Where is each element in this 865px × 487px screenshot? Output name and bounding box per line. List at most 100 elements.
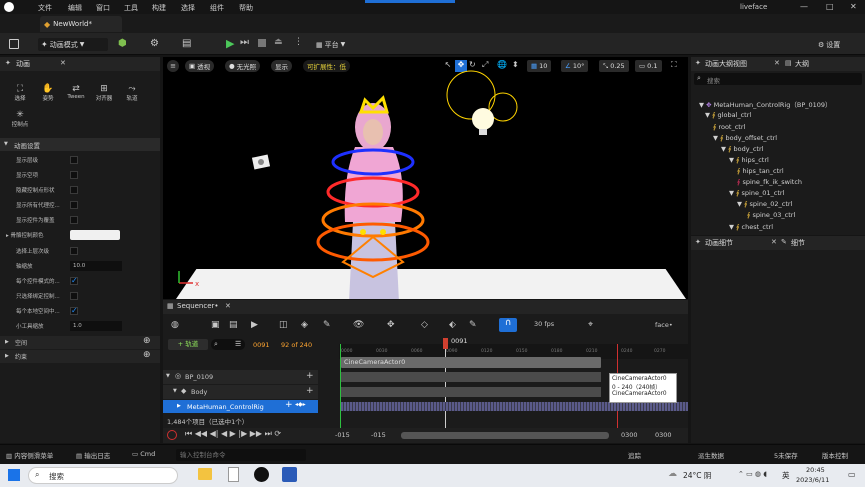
setting-checkbox[interactable] bbox=[70, 170, 78, 179]
level-viewport[interactable]: ≡ ▣ 透视 ● 无光照 显示 可扩展性：低 ↖ ✥ ↻ ⤢ 🌐 ⬍ ▦ 10 ∠ 10… bbox=[163, 57, 688, 299]
add-icon[interactable]: + bbox=[306, 371, 314, 381]
track-row-selected[interactable]: ▶ MetaHuman_ControlRig + ◂◆▸ bbox=[163, 400, 318, 413]
maximize-button[interactable]: □ bbox=[826, 2, 834, 11]
close-icon[interactable]: ✕ bbox=[225, 302, 231, 310]
setting-checkbox[interactable] bbox=[70, 306, 78, 315]
notification-icon[interactable]: ▭ bbox=[848, 470, 856, 479]
section-animation-settings[interactable]: ▼ 动画设置 bbox=[0, 138, 160, 151]
record-button[interactable] bbox=[167, 430, 177, 440]
animation-details-tab[interactable]: 动画细节 bbox=[705, 238, 733, 248]
tree-item[interactable]: ∮ spine_fk_ik_switch bbox=[737, 178, 802, 186]
grid-snap-button[interactable]: ▦ 10 bbox=[527, 60, 552, 72]
add-icon[interactable]: + bbox=[306, 386, 314, 396]
clock-time[interactable]: 20:45 bbox=[806, 466, 825, 474]
menu-window[interactable]: 窗口 bbox=[96, 3, 110, 13]
playback-icon[interactable]: ✥ bbox=[387, 320, 395, 330]
camera-speed-button[interactable]: ▭ 0.1 bbox=[635, 60, 662, 72]
camera-cut-clip[interactable]: CineCameraActor0 bbox=[341, 357, 601, 368]
outline-tab[interactable]: 大纲 bbox=[795, 59, 809, 69]
hamburger-menu-icon[interactable]: ≡ bbox=[167, 60, 179, 72]
input-language[interactable]: 英 bbox=[782, 470, 790, 481]
horizontal-scrollbar[interactable] bbox=[401, 432, 609, 439]
stop-button[interactable] bbox=[258, 39, 266, 47]
level-tab[interactable]: ◆ NewWorld* bbox=[40, 16, 122, 32]
more-options-icon[interactable]: ⋮ bbox=[294, 37, 303, 47]
tool-select[interactable]: ⛶ 选择 bbox=[12, 84, 28, 102]
settings-dropdown[interactable]: ⚙ 设置 bbox=[818, 38, 840, 51]
word-icon[interactable] bbox=[282, 467, 297, 482]
blueprint-icon[interactable]: ⚙ bbox=[150, 38, 159, 49]
tree-item[interactable]: ▼ ∮ spine_02_ctrl bbox=[737, 200, 792, 208]
track-bar[interactable] bbox=[341, 372, 601, 382]
tree-item[interactable]: ▼ ∮ spine_01_ctrl bbox=[729, 189, 784, 197]
edit-icon[interactable]: ✎ bbox=[469, 320, 477, 330]
setting-checkbox[interactable] bbox=[70, 215, 78, 224]
setting-checkbox[interactable] bbox=[70, 155, 78, 164]
menu-tools[interactable]: 工具 bbox=[124, 3, 138, 13]
setting-checkbox[interactable] bbox=[70, 276, 78, 285]
view-icon[interactable]: 👁 bbox=[353, 320, 364, 330]
eject-icon[interactable]: ⏏ bbox=[274, 37, 283, 47]
tree-item[interactable]: ∮ root_ctrl bbox=[713, 123, 745, 131]
section-space[interactable]: ▶ 空间 ⊕ bbox=[0, 336, 160, 349]
snap-button[interactable]: ∩ bbox=[499, 318, 517, 332]
add-icon[interactable]: ⊕ bbox=[143, 336, 151, 346]
notepad-icon[interactable] bbox=[228, 467, 239, 482]
track-row[interactable]: ▼ ◆ Body + bbox=[163, 385, 318, 399]
outliner-search[interactable]: ⌕ 搜索 bbox=[694, 73, 862, 85]
key-icon[interactable]: ◇ bbox=[421, 320, 428, 330]
tool-pose[interactable]: ✋ 姿势 bbox=[40, 84, 56, 102]
axis-scale-input[interactable]: 10.0 bbox=[70, 261, 122, 271]
play-advanced-icon[interactable]: ⏭ bbox=[240, 37, 249, 48]
platform-dropdown[interactable]: ▦ 平台 ▼ bbox=[316, 38, 345, 51]
end-time-input[interactable]: 0300 bbox=[655, 431, 672, 439]
keyframe-bar[interactable] bbox=[341, 402, 688, 411]
tree-item[interactable]: ▼ ∮ global_ctrl bbox=[705, 111, 751, 119]
show-button[interactable]: 显示 bbox=[271, 60, 292, 72]
sequencer-title[interactable]: Sequencer• bbox=[177, 302, 219, 310]
key-nav-icon[interactable]: ◂◆▸ bbox=[295, 401, 306, 408]
play-button[interactable]: ▶ bbox=[226, 37, 234, 50]
windows-start-icon[interactable] bbox=[8, 469, 20, 481]
console-input[interactable]: 输入控制台命令 bbox=[176, 449, 306, 461]
tree-item[interactable]: ▼ ✥ MetaHuman_ControlRig（BP_0109） bbox=[699, 99, 832, 109]
menu-help[interactable]: 帮助 bbox=[239, 3, 253, 13]
derived-data-button[interactable]: 派生数据 bbox=[698, 450, 724, 460]
view-end-input[interactable]: 0300 bbox=[621, 431, 638, 439]
curve-icon[interactable]: ⬖ bbox=[449, 320, 456, 330]
minimize-button[interactable]: — bbox=[800, 2, 808, 11]
close-icon[interactable]: ✕ bbox=[60, 59, 66, 67]
lighting-button[interactable]: ● 无光照 bbox=[225, 60, 261, 72]
fps-dropdown[interactable]: 30 fps bbox=[534, 320, 554, 328]
mode-dropdown[interactable]: ✦ 动画模式 ▼ bbox=[38, 38, 108, 51]
browse-icon[interactable]: ▤ bbox=[229, 320, 238, 330]
cmd-dropdown[interactable]: ▭ Cmd bbox=[132, 450, 155, 458]
menu-edit[interactable]: 编辑 bbox=[68, 3, 82, 13]
perspective-button[interactable]: ▣ 透视 bbox=[185, 60, 215, 72]
world-icon[interactable]: ◍ bbox=[171, 320, 179, 330]
setting-checkbox[interactable] bbox=[70, 291, 78, 300]
clock-date[interactable]: 2023/6/11 bbox=[796, 476, 829, 484]
setting-checkbox[interactable] bbox=[70, 246, 78, 255]
tray-icons[interactable]: ⌃ ▭ ◍ ◖ bbox=[738, 470, 767, 478]
tool-trail[interactable]: ⤳ 轨道 bbox=[124, 84, 140, 102]
keyframe-icon[interactable]: ◈ bbox=[301, 320, 308, 330]
save-icon[interactable]: ▣ bbox=[211, 320, 220, 330]
tree-item[interactable]: ▼ ∮ hips_ctrl bbox=[729, 156, 769, 164]
setting-checkbox[interactable] bbox=[70, 185, 78, 194]
filter-icon[interactable]: ☰ bbox=[235, 340, 241, 348]
section-constraints[interactable]: ▶ 约束 ⊕ bbox=[0, 350, 160, 363]
graph-icon[interactable]: ⌖ bbox=[588, 320, 593, 330]
tool-snapper[interactable]: ⊞ 对齐器 bbox=[94, 84, 114, 102]
gizmo-scale-input[interactable]: 1.0 bbox=[70, 321, 122, 331]
tool-tween[interactable]: ⇄ Tween bbox=[66, 84, 86, 100]
output-log-button[interactable]: ▤ 输出日志 bbox=[76, 450, 110, 460]
details-tab[interactable]: 细节 bbox=[791, 238, 805, 248]
start-time-input[interactable]: -015 bbox=[335, 431, 350, 439]
playhead-handle[interactable] bbox=[443, 338, 448, 349]
menu-build[interactable]: 构建 bbox=[152, 3, 166, 13]
menu-select[interactable]: 选择 bbox=[181, 3, 195, 13]
unreal-taskbar-icon[interactable] bbox=[254, 467, 269, 482]
tree-item[interactable]: ▼ ∮ chest_ctrl bbox=[729, 223, 773, 231]
close-button[interactable]: ✕ bbox=[850, 2, 857, 11]
